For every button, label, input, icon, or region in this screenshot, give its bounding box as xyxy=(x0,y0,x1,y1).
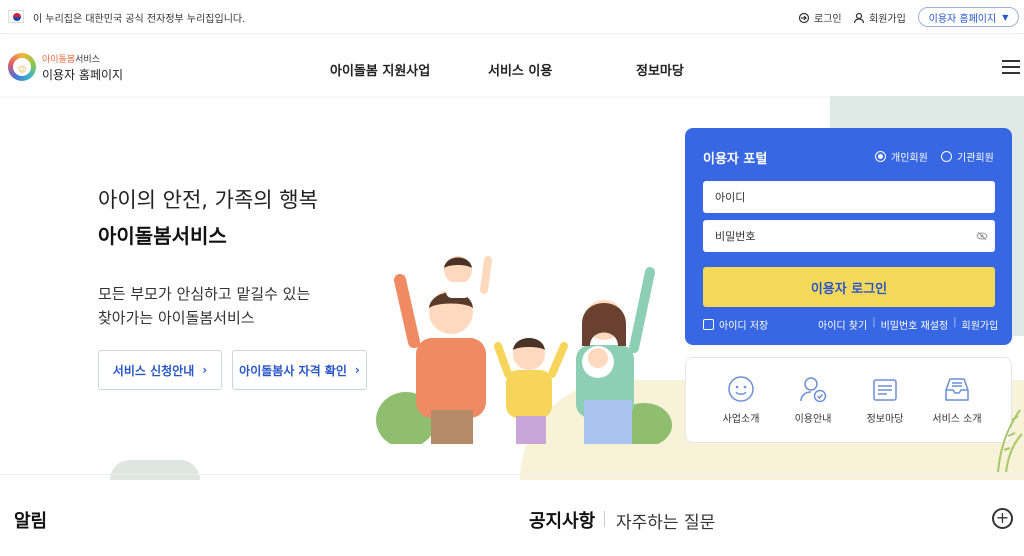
gov-notice-text: 이 누리집은 대한민국 공식 전자정부 누리집입니다. xyxy=(33,14,246,25)
quick-item-info[interactable]: 정보마당 xyxy=(850,374,920,425)
save-id-label: 아이디 저장 xyxy=(719,321,769,332)
tab-faq[interactable]: 자주하는 질문 xyxy=(616,508,715,533)
password-input[interactable] xyxy=(703,220,995,252)
id-input[interactable] xyxy=(703,181,995,213)
main-header: ☺ 아이돌봄서비스 이용자 홈페이지 아이돌봄 지원사업 서비스 이용 정보마당 xyxy=(0,38,1024,96)
caregiver-check-label: 아이돌봄사 자격 확인 xyxy=(239,363,347,378)
chevron-down-icon: ▼ xyxy=(1002,12,1009,22)
caregiver-check-button[interactable]: 아이돌봄사 자격 확인 › xyxy=(232,350,367,390)
quick-item-label: 이용안내 xyxy=(794,414,832,425)
divider: | xyxy=(872,317,876,328)
hero-bg-shape xyxy=(110,460,200,480)
top-signup-label: 회원가입 xyxy=(869,14,906,25)
top-login-label: 로그인 xyxy=(814,14,842,25)
smile-face-icon xyxy=(728,376,754,402)
chevron-right-icon: › xyxy=(354,363,360,377)
document-stack-icon xyxy=(873,379,897,401)
service-guide-label: 서비스 신청안내 xyxy=(112,363,195,378)
radio-unchecked-icon xyxy=(941,151,952,162)
top-login-link[interactable]: 로그인 xyxy=(798,10,842,25)
nav-item-support[interactable]: 아이돌봄 지원사업 xyxy=(330,60,430,79)
radio-personal[interactable]: 개인회원 xyxy=(875,149,928,164)
reset-password-link[interactable]: 비밀번호 재설정 xyxy=(881,317,949,332)
user-login-button[interactable]: 이용자 로그인 xyxy=(703,267,995,307)
logo-subtitle[interactable]: 아이돌봄서비스 xyxy=(42,52,100,65)
chevron-right-icon: › xyxy=(202,363,208,377)
find-id-link[interactable]: 아이디 찾기 xyxy=(818,317,867,332)
user-icon xyxy=(853,12,865,23)
hero-desc-line: 모든 부모가 안심하고 맡길수 있는 xyxy=(98,285,311,303)
inbox-tray-icon xyxy=(945,378,969,401)
logo-icon[interactable]: ☺ xyxy=(8,53,36,81)
quick-item-label: 서비스 소개 xyxy=(932,414,982,425)
portal-links: 아이디 찾기 | 비밀번호 재설정 | 회원가입 xyxy=(818,317,998,332)
nav-item-service[interactable]: 서비스 이용 xyxy=(488,60,552,79)
logo-brand-text: 아이돌봄 xyxy=(42,55,76,65)
divider: | xyxy=(953,317,957,328)
logo-brand-rest: 서비스 xyxy=(75,55,100,65)
user-portal-login: 이용자 포털 개인회원 기관회원 이용자 로그인 아이디 저장 아이디 찾기 |… xyxy=(685,128,1012,345)
radio-org-label: 기관회원 xyxy=(957,153,994,164)
hero-description: 모든 부모가 안심하고 맡길수 있는 찾아가는 아이돌봄서비스 xyxy=(98,282,310,330)
quick-item-service[interactable]: 서비스 소개 xyxy=(922,374,992,425)
logo-title[interactable]: 이용자 홈페이지 xyxy=(42,66,123,83)
login-icon xyxy=(798,12,810,23)
divider xyxy=(604,511,605,527)
checkbox-icon xyxy=(703,319,714,330)
korea-flag-icon xyxy=(8,10,24,23)
quick-menu: 사업소개 이용안내 정보마당 서비스 소개 xyxy=(685,357,1012,443)
menu-icon[interactable] xyxy=(1002,60,1020,74)
hero-subtitle: 아이의 안전, 가족의 행복 xyxy=(98,188,318,212)
quick-item-label: 사업소개 xyxy=(722,414,760,425)
alerts-section-title: 알림 xyxy=(14,511,48,532)
service-guide-button[interactable]: 서비스 신청안내 › xyxy=(98,350,222,390)
family-illustration xyxy=(376,256,672,444)
site-select-dropdown[interactable]: 이용자 홈페이지 ▼ xyxy=(918,7,1019,27)
section-divider xyxy=(0,474,1024,475)
nav-item-info[interactable]: 정보마당 xyxy=(636,60,684,79)
grass-decoration xyxy=(997,409,1023,472)
top-signup-link[interactable]: 회원가입 xyxy=(853,10,906,25)
quick-item-business[interactable]: 사업소개 xyxy=(706,374,776,425)
gov-banner: 이 누리집은 대한민국 공식 전자정부 누리집입니다. 로그인 회원가입 이용자… xyxy=(0,0,1024,34)
quick-item-label: 정보마당 xyxy=(866,414,904,425)
hero-desc-line: 찾아가는 아이돌봄서비스 xyxy=(98,309,255,327)
portal-title: 이용자 포털 xyxy=(703,152,768,167)
user-check-icon xyxy=(800,377,827,403)
save-id-checkbox[interactable]: 아이디 저장 xyxy=(703,317,768,332)
site-select-label: 이용자 홈페이지 xyxy=(928,13,997,25)
tab-notice[interactable]: 공지사항 xyxy=(529,507,595,533)
eye-off-icon[interactable] xyxy=(976,231,988,244)
hero-title: 아이돌봄서비스 xyxy=(98,224,227,248)
join-link[interactable]: 회원가입 xyxy=(962,317,999,332)
radio-organization[interactable]: 기관회원 xyxy=(941,149,994,164)
radio-checked-icon xyxy=(875,151,886,162)
more-plus-icon[interactable]: + xyxy=(992,508,1013,529)
quick-item-guide[interactable]: 이용안내 xyxy=(778,374,848,425)
radio-personal-label: 개인회원 xyxy=(891,153,928,164)
